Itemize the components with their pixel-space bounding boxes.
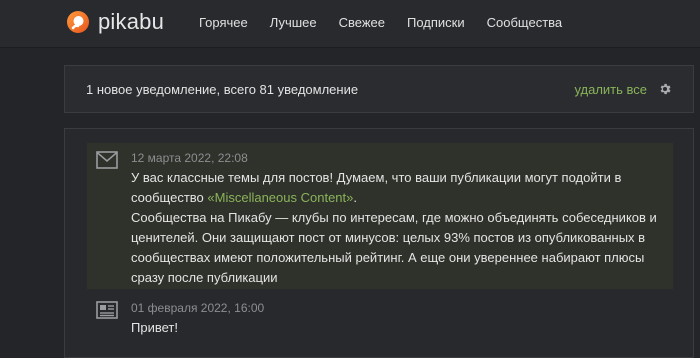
gear-icon[interactable] <box>658 82 672 96</box>
notification-item[interactable]: 01 февраля 2022, 16:00 Привет! <box>87 293 673 353</box>
notification-text-part: У вас классные темы для постов! Думаем, … <box>131 170 622 205</box>
nav-subscriptions[interactable]: Подписки <box>407 15 465 30</box>
nav-best[interactable]: Лучшее <box>270 15 317 30</box>
logo-text: pikabu <box>98 9 165 34</box>
community-link[interactable]: «Miscellaneous Content» <box>207 190 353 205</box>
notification-date: 12 марта 2022, 22:08 <box>131 151 248 165</box>
notification-text: У вас классные темы для постов! Думаем, … <box>131 168 661 288</box>
envelope-icon <box>96 151 118 169</box>
pikabu-logo-icon <box>67 11 89 33</box>
notification-item[interactable]: 12 марта 2022, 22:08 У вас классные темы… <box>87 143 673 289</box>
nav-communities[interactable]: Сообщества <box>487 15 563 30</box>
notification-text: Привет! <box>131 320 178 335</box>
notification-paragraph: Сообщества на Пикабу — клубы по интереса… <box>131 210 657 285</box>
notifications-list: 12 марта 2022, 22:08 У вас классные темы… <box>64 128 694 358</box>
notifications-summary-bar: 1 новое уведомление, всего 81 уведомлени… <box>64 65 694 113</box>
delete-all-link[interactable]: удалить все <box>574 82 647 97</box>
notifications-summary-text: 1 новое уведомление, всего 81 уведомлени… <box>86 82 359 97</box>
notification-date: 01 февраля 2022, 16:00 <box>131 301 265 315</box>
nav-hot[interactable]: Горячее <box>199 15 248 30</box>
notification-text-part: . <box>353 190 357 205</box>
main-nav: Горячее Лучшее Свежее Подписки Сообществ… <box>199 0 584 44</box>
pikabu-logo[interactable]: pikabu <box>66 9 164 35</box>
nav-fresh[interactable]: Свежее <box>339 15 385 30</box>
newspaper-icon <box>96 301 118 319</box>
top-bar: pikabu Горячее Лучшее Свежее Подписки Со… <box>0 0 700 48</box>
